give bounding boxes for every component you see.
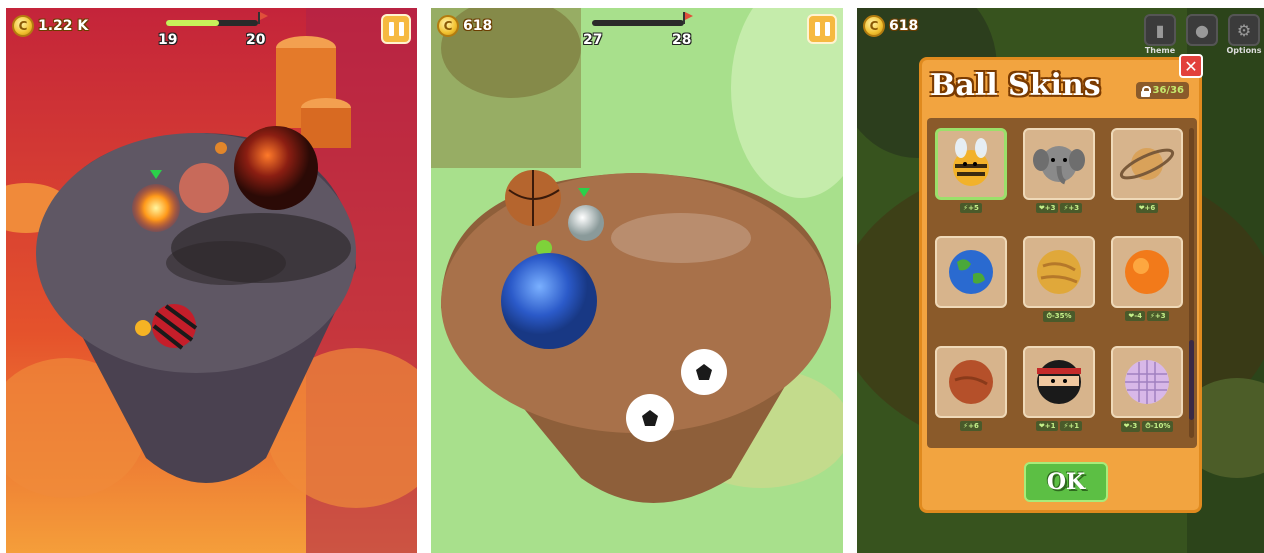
skin-bonus: ❤-3 ⏱-10%	[1111, 421, 1183, 432]
skin-bonus: ⏱-35%	[1023, 311, 1095, 322]
coin-counter: C 618	[863, 15, 918, 37]
coin-amount: 1.22 K	[38, 18, 89, 34]
fire-ball	[132, 184, 180, 232]
sun-ball-icon	[1125, 250, 1169, 294]
unlock-icon	[1140, 85, 1151, 97]
options-button[interactable]: ⚙ Options	[1226, 14, 1262, 55]
coin-icon: C	[12, 15, 34, 37]
skin-tile	[935, 128, 1007, 200]
pause-button[interactable]	[381, 14, 411, 44]
ball-skins-screen: C 618 ▮ Theme ● ⚙ Options Ball Skins ✕ 3…	[857, 8, 1264, 553]
current-level: 19	[158, 32, 178, 48]
skins-scrollbar[interactable]	[1189, 128, 1194, 438]
skin-tile	[1023, 128, 1095, 200]
current-level: 27	[583, 32, 603, 48]
bowling-ball	[501, 253, 597, 349]
pause-button[interactable]	[807, 14, 837, 44]
skin-card-saturn[interactable]: ❤+6	[1111, 128, 1183, 213]
skin-bonus: ❤+3 ⚡+3	[1023, 203, 1095, 213]
elephant-ball-icon	[1033, 146, 1085, 185]
skin-tile	[1023, 346, 1095, 418]
player-ball-steel	[568, 205, 604, 241]
theme-icon: ▮	[1144, 14, 1176, 46]
player-marker	[150, 170, 162, 179]
earth-ball-icon	[949, 250, 993, 294]
venus-ball-icon	[1037, 250, 1081, 294]
skin-tile	[1111, 128, 1183, 200]
skin-card-venus[interactable]: ⏱-35%	[1023, 236, 1095, 322]
skin-card-ninja[interactable]: ❤+1 ⚡+1	[1023, 346, 1095, 431]
next-level: 20	[246, 32, 266, 48]
options-label: Options	[1226, 46, 1262, 55]
skin-bonus: ❤+6	[1111, 203, 1183, 213]
coin-icon: C	[863, 15, 885, 37]
skin-bonus: ❤+1 ⚡+1	[1023, 421, 1095, 431]
unlocked-count-badge: 36/36	[1135, 82, 1189, 99]
ninja-ball-icon	[1037, 360, 1081, 404]
skin-tile	[1111, 346, 1183, 418]
lava-scene	[6, 8, 417, 553]
disco-ball-icon	[1125, 360, 1169, 404]
skin-card-disco[interactable]: ❤-3 ⏱-10%	[1111, 346, 1183, 432]
skin-bonus: ⚡+6	[935, 421, 1007, 431]
level-progress-bar	[592, 20, 684, 26]
skin-bonus: ⚡+5	[935, 203, 1007, 213]
game-screen-lava: C 1.22 K 19 20	[6, 8, 417, 553]
skin-card-elephant[interactable]: ❤+3 ⚡+3	[1023, 128, 1095, 213]
skin-card-bee[interactable]: ⚡+5	[935, 128, 1007, 213]
dialog-title: Ball Skins	[930, 68, 1101, 103]
field-scene	[431, 8, 843, 553]
skins-grid: ⚡+5 ❤+3 ⚡+3 ❤+6 ⏱-35% ❤-4 ⚡+3 ⚡+6 ❤+1 ⚡+…	[927, 118, 1197, 448]
coin-amount: 618	[889, 18, 919, 34]
unlocked-count: 36/36	[1152, 85, 1184, 96]
player-marker	[578, 188, 590, 197]
game-screen-field: C 618 27 28	[431, 8, 843, 553]
coin-counter: C 1.22 K	[12, 15, 88, 37]
saturn-ball-icon	[1119, 148, 1175, 180]
ball-menu-button[interactable]: ●	[1184, 14, 1220, 55]
lava-ball	[234, 126, 318, 210]
skin-bonus: ❤-4 ⚡+3	[1111, 311, 1183, 321]
ball-icon: ●	[1186, 14, 1218, 46]
skin-tile	[1111, 236, 1183, 308]
next-level: 28	[672, 32, 692, 48]
skin-tile	[935, 236, 1007, 308]
skin-tile	[935, 346, 1007, 418]
coin-icon: C	[437, 15, 459, 37]
gear-icon: ⚙	[1228, 14, 1260, 46]
close-button[interactable]: ✕	[1179, 54, 1203, 78]
skin-card-earth[interactable]	[935, 236, 1007, 308]
level-progress-bar	[166, 20, 258, 26]
theme-label: Theme	[1144, 46, 1176, 55]
skin-card-mars[interactable]: ⚡+6	[935, 346, 1007, 431]
ball-skins-dialog: Ball Skins ✕ 36/36 ⚡+5 ❤+3 ⚡+3 ❤+6 ⏱-35%…	[919, 54, 1203, 513]
ok-button[interactable]: OK	[1024, 462, 1108, 502]
coin-amount: 618	[463, 18, 493, 34]
theme-button[interactable]: ▮ Theme	[1142, 14, 1178, 55]
top-menu: ▮ Theme ● ⚙ Options	[1142, 14, 1262, 55]
coin-counter: C 618	[437, 15, 492, 37]
skin-card-sun[interactable]: ❤-4 ⚡+3	[1111, 236, 1183, 321]
level-progress-fill	[166, 20, 220, 26]
scrollbar-thumb[interactable]	[1189, 340, 1194, 420]
skin-tile	[1023, 236, 1095, 308]
bee-ball-icon	[953, 138, 989, 186]
mars-ball-icon	[949, 360, 993, 404]
player-ball-rock	[179, 163, 229, 213]
